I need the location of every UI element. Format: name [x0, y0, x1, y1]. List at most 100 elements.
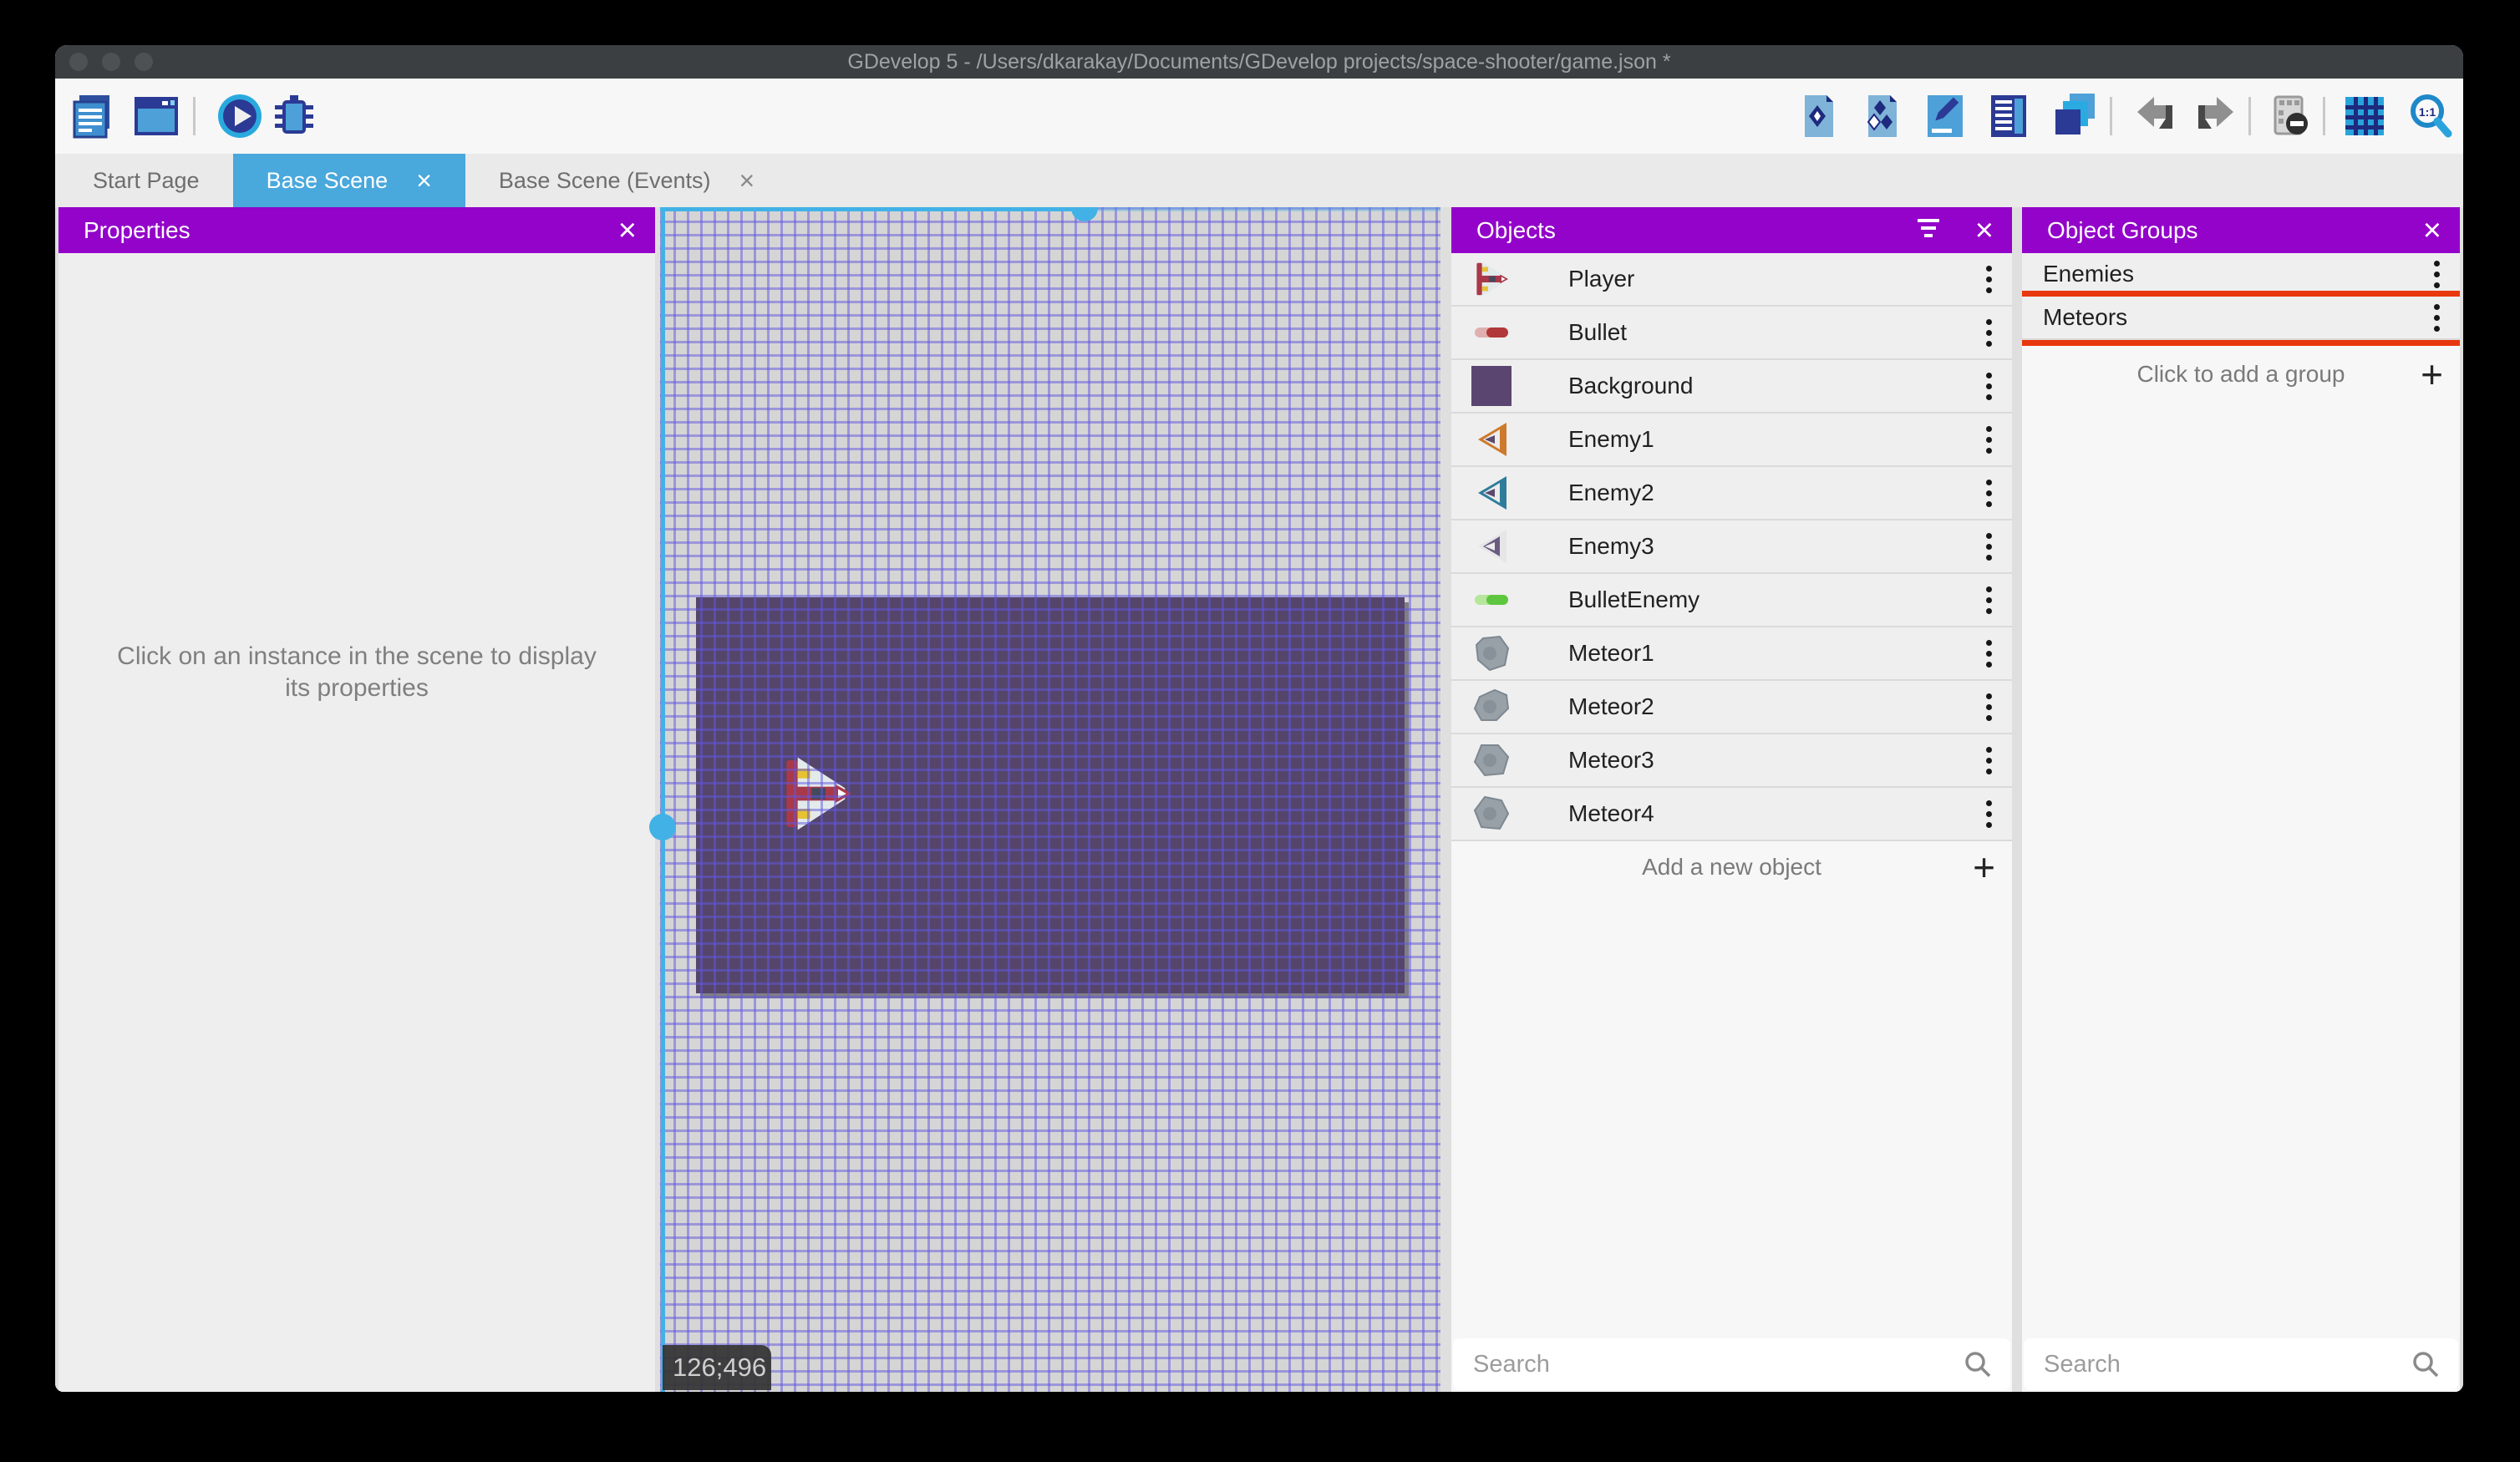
object-row-meteor2[interactable]: Meteor2: [1451, 681, 2012, 734]
kebab-menu-icon[interactable]: [2420, 303, 2453, 332]
object-row-enemy2[interactable]: Enemy2: [1451, 467, 2012, 520]
project-manager-button[interactable]: [69, 92, 118, 140]
start-page-icon: [135, 97, 178, 135]
objects-search-box: [1453, 1338, 2010, 1390]
enemy1-ship-icon: [1471, 419, 1511, 459]
window-title: GDevelop 5 - /Users/dkarakay/Documents/G…: [847, 50, 1671, 74]
objects-panel-title: Objects: [1476, 216, 1556, 243]
properties-panel: Properties × Click on an instance in the…: [58, 207, 655, 1392]
bullet-red-icon: [1471, 312, 1511, 353]
kebab-menu-icon[interactable]: [1972, 693, 2005, 721]
kebab-menu-icon[interactable]: [1972, 746, 2005, 774]
search-icon: [2413, 1352, 2439, 1378]
object-name: Player: [1568, 266, 1635, 292]
toolbar-separator: [2248, 97, 2251, 135]
kebab-menu-icon[interactable]: [1972, 265, 2005, 293]
preview-play-icon: [218, 94, 262, 138]
plus-icon: +: [2421, 353, 2443, 396]
kebab-menu-icon[interactable]: [1972, 372, 2005, 400]
close-icon[interactable]: ×: [739, 167, 755, 194]
object-row-player[interactable]: Player: [1451, 253, 2012, 307]
object-name: Enemy3: [1568, 533, 1654, 559]
tab-bar: Start Page Base Scene × Base Scene (Even…: [55, 154, 2463, 207]
close-icon[interactable]: ×: [2423, 215, 2441, 246]
kebab-menu-icon[interactable]: [1972, 425, 2005, 454]
window-mask-button[interactable]: [2265, 92, 2314, 140]
player-ship-icon: [1471, 259, 1511, 299]
close-icon[interactable]: ×: [1975, 215, 1994, 246]
kebab-menu-icon[interactable]: [1972, 532, 2005, 561]
grid-button[interactable]: [2340, 92, 2389, 140]
project-manager-icon: [73, 95, 109, 139]
start-page-button[interactable]: [132, 92, 180, 140]
toolbar-separator: [2323, 97, 2325, 135]
object-name: Meteor1: [1568, 640, 1654, 666]
group-row-meteors[interactable]: Meteors: [2022, 291, 2460, 346]
selection-top-edge-faded: [1098, 207, 1440, 211]
object-row-enemy3[interactable]: Enemy3: [1451, 520, 2012, 574]
group-row-enemies[interactable]: Enemies: [2022, 253, 2460, 297]
add-group-button[interactable]: Click to add a group +: [2022, 350, 2460, 398]
redo-button[interactable]: [2188, 92, 2237, 140]
layers-editor-button[interactable]: [2050, 92, 2098, 140]
filter-icon[interactable]: [1917, 219, 1940, 241]
object-name: Enemy1: [1568, 426, 1654, 452]
tab-start-page[interactable]: Start Page: [59, 154, 233, 207]
object-name: Background: [1568, 373, 1694, 398]
add-object-button[interactable]: Add a new object +: [1451, 841, 2012, 893]
instances-list-button[interactable]: [1984, 92, 2033, 140]
object-row-meteor3[interactable]: Meteor3: [1451, 734, 2012, 788]
object-row-meteor4[interactable]: Meteor4: [1451, 788, 2012, 841]
enemy3-ship-icon: [1471, 526, 1511, 566]
properties-panel-header: Properties ×: [58, 207, 655, 253]
objects-search-input[interactable]: [1471, 1349, 1964, 1379]
zoom-original-button[interactable]: 1:1: [2406, 92, 2455, 140]
layers-editor-icon: [2055, 94, 2095, 135]
debug-button[interactable]: [270, 92, 318, 140]
add-group-label: Click to add a group: [2136, 361, 2345, 387]
object-row-bulletenemy[interactable]: BulletEnemy: [1451, 574, 2012, 627]
groups-search-box: [2024, 1338, 2458, 1390]
object-row-meteor1[interactable]: Meteor1: [1451, 627, 2012, 681]
search-icon: [1965, 1352, 1991, 1378]
object-name: Bullet: [1568, 319, 1628, 345]
object-name: Meteor2: [1568, 693, 1654, 719]
kebab-menu-icon[interactable]: [2420, 260, 2453, 288]
object-groups-panel-header: Object Groups ×: [2022, 207, 2460, 253]
kebab-menu-icon[interactable]: [1972, 639, 2005, 668]
object-row-bullet[interactable]: Bullet: [1451, 307, 2012, 360]
object-groups-panel: Object Groups × Enemies Meteors Click to…: [2022, 207, 2460, 1392]
kebab-menu-icon[interactable]: [1972, 479, 2005, 507]
undo-icon: [2137, 97, 2172, 129]
objects-editor-button[interactable]: [1796, 92, 1845, 140]
player-instance[interactable]: [784, 752, 851, 835]
object-row-background[interactable]: Background: [1451, 360, 2012, 414]
kebab-menu-icon[interactable]: [1972, 800, 2005, 828]
kebab-menu-icon[interactable]: [1972, 318, 2005, 347]
instances-list-icon: [1991, 95, 2026, 137]
group-name: Enemies: [2043, 261, 2134, 287]
object-groups-editor-button[interactable]: [1860, 92, 1908, 140]
preview-play-button[interactable]: [216, 92, 264, 140]
tab-base-scene-events-[interactable]: Base Scene (Events) ×: [465, 154, 788, 207]
toolbar-separator: [2110, 97, 2112, 135]
object-row-enemy1[interactable]: Enemy1: [1451, 414, 2012, 467]
object-name: BulletEnemy: [1568, 586, 1700, 612]
close-icon[interactable]: ×: [416, 167, 432, 194]
object-groups-editor-icon: [1867, 95, 1897, 137]
tab-base-scene[interactable]: Base Scene ×: [232, 154, 465, 207]
main-toolbar: 1:1: [55, 79, 2463, 154]
tab-label: Base Scene: [266, 167, 389, 193]
properties-editor-button[interactable]: [1922, 92, 1970, 140]
groups-search-input[interactable]: [2042, 1349, 2411, 1379]
objects-list: Player Bullet Background Enemy1 Enemy2 E…: [1451, 253, 2012, 1392]
tab-label: Start Page: [93, 167, 200, 193]
close-icon[interactable]: ×: [618, 215, 637, 246]
bullet-green-icon: [1471, 580, 1511, 620]
window-mask-icon: [2274, 95, 2308, 135]
undo-button[interactable]: [2134, 92, 2182, 140]
selection-handle-left[interactable]: [649, 814, 676, 840]
scene-editor-canvas[interactable]: 126;496: [660, 207, 1440, 1392]
properties-editor-icon: [1928, 95, 1963, 137]
kebab-menu-icon[interactable]: [1972, 586, 2005, 614]
